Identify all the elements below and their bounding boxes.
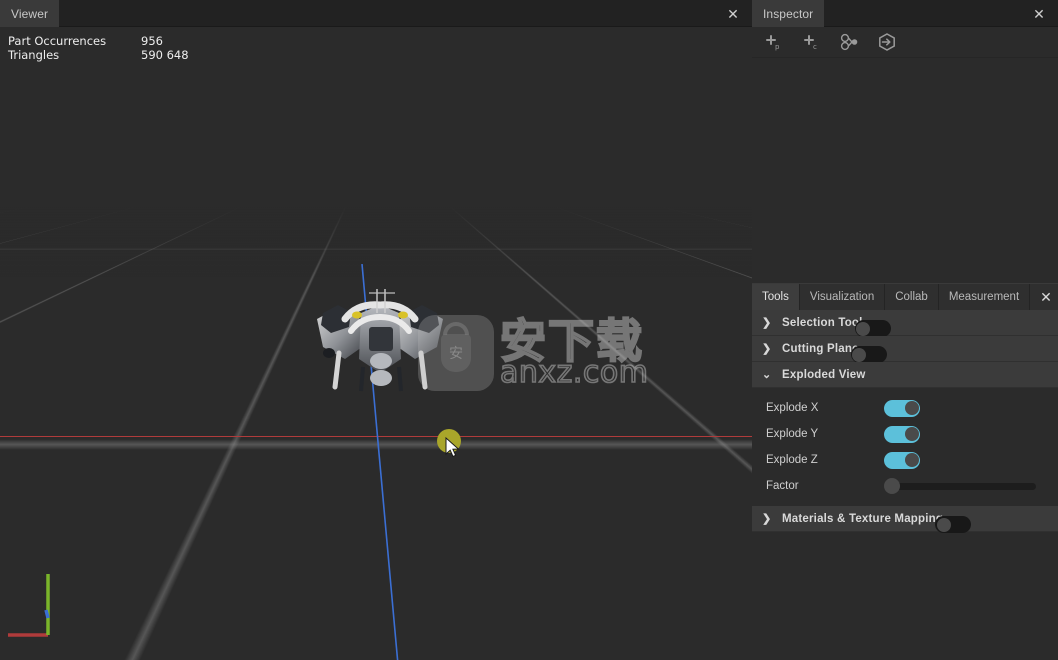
watermark-logo-icon: 安 <box>418 315 494 391</box>
slider-track <box>892 482 1036 490</box>
chevron-down-icon: ⌄ <box>762 369 772 381</box>
tools-panel-close-icon[interactable]: ✕ <box>1036 284 1056 310</box>
axis-x-line <box>0 436 752 437</box>
section-title: Exploded View <box>782 368 866 381</box>
section-materials-texture-mapping[interactable]: ❯ Materials & Texture Mapping <box>752 506 1058 533</box>
stat-label: Triangles <box>8 48 60 62</box>
toggle-knob <box>904 427 919 441</box>
section-title: Selection Tool <box>782 316 863 329</box>
svg-text:c: c <box>813 43 817 51</box>
stat-value: 590 648 <box>141 48 189 62</box>
tab-tools[interactable]: Tools <box>752 284 800 310</box>
row-label: Factor <box>766 480 799 492</box>
assembly-tree-icon[interactable] <box>838 31 860 53</box>
toggle-knob <box>904 453 919 467</box>
chevron-right-icon: ❯ <box>762 343 772 355</box>
inspector-tabbar: Inspector ✕ <box>752 0 1058 27</box>
application-window: Viewer ✕ Part Occurrences 956 Triangles … <box>0 0 1058 660</box>
section-exploded-view[interactable]: ⌄ Exploded View <box>752 362 1058 388</box>
row-explode-y: Explode Y <box>752 421 1058 447</box>
explode-z-toggle[interactable] <box>884 451 920 469</box>
viewport-stats: Part Occurrences 956 Triangles 590 648 <box>8 34 189 62</box>
materials-toggle[interactable] <box>935 516 972 533</box>
toggle-knob <box>936 517 951 532</box>
chevron-right-icon: ❯ <box>762 317 772 329</box>
row-explode-z: Explode Z <box>752 447 1058 473</box>
toggle-knob <box>852 347 867 362</box>
row-label: Explode Z <box>766 454 818 466</box>
row-explode-x: Explode X <box>752 395 1058 421</box>
row-label: Explode Y <box>766 428 819 440</box>
add-part-button[interactable]: p <box>762 31 784 53</box>
mouse-cursor <box>445 437 460 458</box>
cutting-plane-toggle[interactable] <box>850 346 887 363</box>
svg-text:p: p <box>775 43 780 51</box>
tab-visualization[interactable]: Visualization <box>799 284 886 310</box>
inspector-panel: Inspector ✕ p c Tools Visualization Coll… <box>752 0 1058 660</box>
row-factor: Factor <box>752 473 1058 499</box>
stat-value: 956 <box>141 34 163 48</box>
viewer-panel: Viewer ✕ Part Occurrences 956 Triangles … <box>0 0 752 660</box>
selection-tool-toggle[interactable] <box>854 320 891 337</box>
exploded-view-body: Explode X Explode Y Explode Z Factor <box>752 388 1058 506</box>
3d-viewport[interactable]: Part Occurrences 956 Triangles 590 648 安… <box>0 27 752 660</box>
import-icon[interactable] <box>876 31 898 53</box>
stat-row: Triangles 590 648 <box>8 48 189 62</box>
tab-measurement[interactable]: Measurement <box>938 284 1031 310</box>
section-selection-tool[interactable]: ❯ Selection Tool <box>752 310 1058 337</box>
slider-knob[interactable] <box>884 478 900 494</box>
stat-label: Part Occurrences <box>8 34 107 48</box>
tab-viewer[interactable]: Viewer <box>0 0 60 27</box>
watermark-en-text: anxz.com <box>499 355 649 390</box>
inspector-close-icon[interactable]: ✕ <box>1028 0 1050 27</box>
explode-x-toggle[interactable] <box>884 399 920 417</box>
inspector-toolbar: p c <box>752 27 1058 58</box>
explode-y-toggle[interactable] <box>884 425 920 443</box>
section-title: Cutting Plane <box>782 342 859 355</box>
viewer-close-icon[interactable]: ✕ <box>722 0 744 27</box>
tools-panel-empty-area <box>752 532 1058 652</box>
toggle-knob <box>856 321 871 336</box>
stat-row: Part Occurrences 956 <box>8 34 189 48</box>
add-component-button[interactable]: c <box>800 31 822 53</box>
watermark-text: 安下载 anxz.com <box>499 317 649 390</box>
viewer-tabbar: Viewer ✕ <box>0 0 752 27</box>
section-title: Materials & Texture Mapping <box>782 512 944 525</box>
watermark-handle-icon <box>443 322 469 335</box>
inspector-tree-area[interactable] <box>752 58 1058 283</box>
gizmo-axis-z <box>44 609 50 619</box>
watermark: 安 安下载 anxz.com <box>418 315 649 391</box>
section-cutting-plane[interactable]: ❯ Cutting Plane <box>752 336 1058 363</box>
horizon-fade <box>0 207 752 277</box>
tools-tabbar: Tools Visualization Collab Measurement A… <box>752 283 1058 310</box>
toggle-knob <box>904 401 919 415</box>
row-label: Explode X <box>766 402 819 414</box>
chevron-right-icon: ❯ <box>762 513 772 525</box>
watermark-shield-icon: 安 <box>441 334 471 372</box>
axis-gizmo <box>8 574 50 637</box>
tab-collab[interactable]: Collab <box>885 284 939 310</box>
tab-inspector[interactable]: Inspector <box>752 0 825 27</box>
factor-slider[interactable] <box>884 478 1036 494</box>
